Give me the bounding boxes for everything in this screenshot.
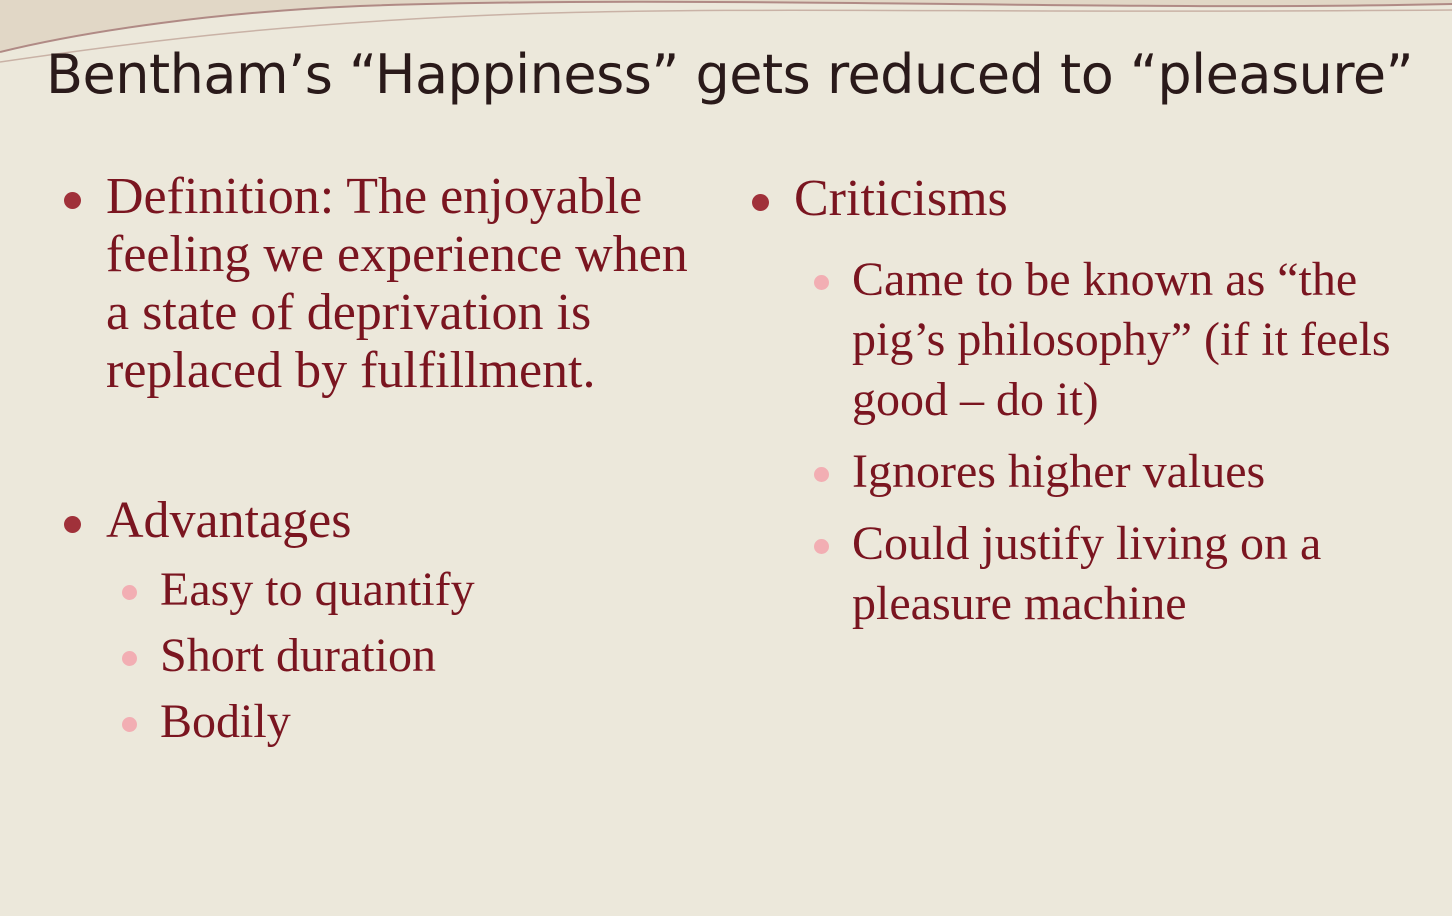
slide-title: Bentham’s “Happiness” gets reduced to “p… [46,43,1414,106]
sub-bullet-dot-icon [122,717,137,732]
right-column: Criticisms Came to be known as “the pig’… [748,170,1418,646]
sub-bullet-dot-icon [814,467,829,482]
list-item: Could justify living on a pleasure machi… [812,514,1418,634]
bullet-dot-icon [64,516,81,533]
advantages-heading: Advantages [106,492,352,549]
criticism-text: Ignores higher values [852,445,1266,498]
sub-bullet-dot-icon [814,275,829,290]
criticism-text: Could justify living on a pleasure machi… [852,517,1322,630]
sub-bullet-dot-icon [122,585,137,600]
sub-bullet-dot-icon [122,651,137,666]
criticisms-bullet: Criticisms [748,170,1418,228]
list-item: Bodily [120,692,720,752]
list-item: Came to be known as “the pig’s philosoph… [812,250,1418,430]
left-column: Definition: The enjoyable feeling we exp… [60,168,720,758]
list-item: Ignores higher values [812,442,1418,502]
advantage-text: Easy to quantify [160,563,475,616]
bullet-dot-icon [64,192,81,209]
advantages-bullet: Advantages [60,492,720,550]
definition-bullet: Definition: The enjoyable feeling we exp… [60,168,720,400]
advantage-text: Bodily [160,695,291,748]
criticisms-list: Came to be known as “the pig’s philosoph… [812,250,1418,634]
advantages-list: Easy to quantify Short duration Bodily [120,560,720,752]
definition-text: Definition: The enjoyable feeling we exp… [106,168,688,399]
bullet-dot-icon [752,194,769,211]
advantage-text: Short duration [160,629,436,682]
slide: Bentham’s “Happiness” gets reduced to “p… [0,0,1452,916]
list-item: Short duration [120,626,720,686]
criticisms-heading: Criticisms [794,170,1008,227]
criticism-text: Came to be known as “the pig’s philosoph… [852,253,1391,426]
list-item: Easy to quantify [120,560,720,620]
sub-bullet-dot-icon [814,539,829,554]
